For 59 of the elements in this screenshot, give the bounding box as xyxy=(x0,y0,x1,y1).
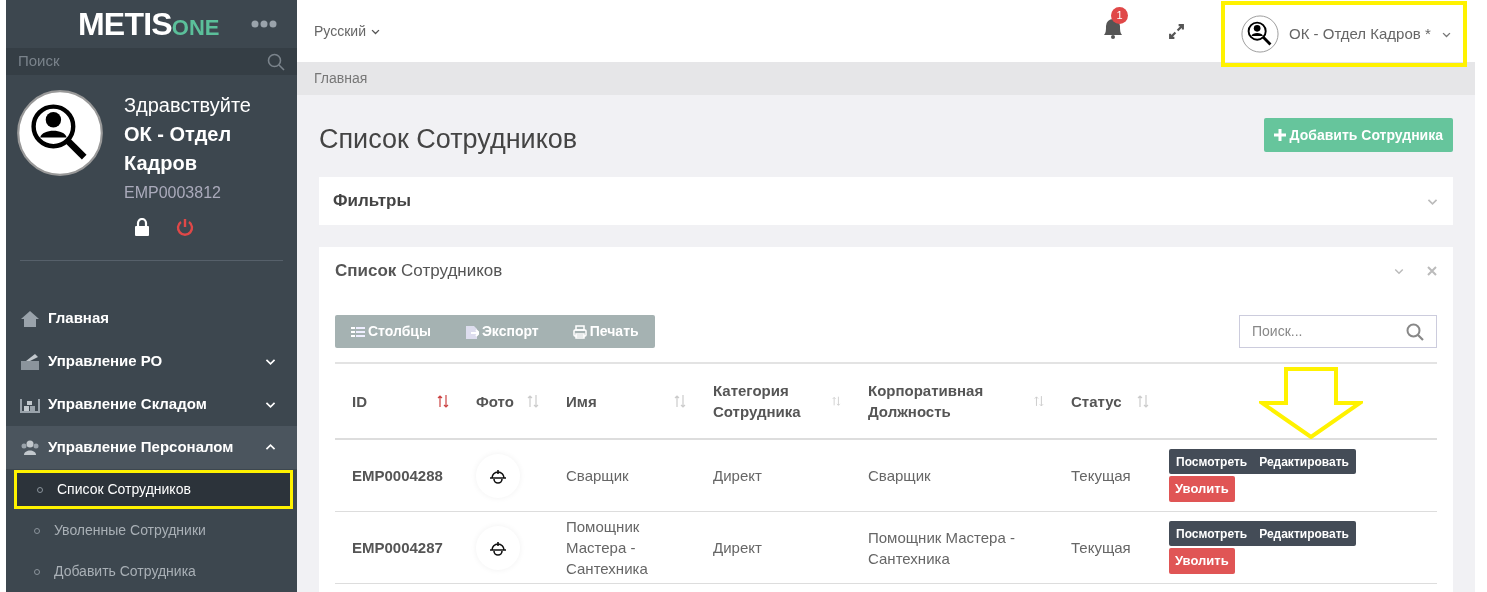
file-export-icon xyxy=(464,324,479,339)
table-cell: Директ xyxy=(713,538,762,556)
dismiss-button[interactable]: Уволить xyxy=(1169,548,1235,574)
page-title: Список Сотрудников xyxy=(319,122,578,156)
action-button[interactable]: Редактировать xyxy=(1259,524,1349,543)
search-icon xyxy=(1406,322,1424,341)
dismiss-button[interactable]: Уволить xyxy=(1169,476,1235,502)
table-cell: Текущая xyxy=(1071,466,1131,484)
column-header[interactable]: Статус xyxy=(1071,390,1122,412)
menu-item[interactable]: Управление Складом xyxy=(6,383,297,426)
action-button[interactable]: Посмотреть xyxy=(1176,524,1248,543)
more-icon[interactable] xyxy=(251,20,277,28)
menu-item[interactable]: Управление РО xyxy=(6,340,297,383)
close-icon[interactable] xyxy=(1427,266,1437,276)
menu-item[interactable]: Главная xyxy=(6,297,297,340)
expand-icon[interactable] xyxy=(1168,22,1185,40)
table-search-box[interactable]: Поиск... xyxy=(1239,315,1437,348)
column-header[interactable]: ID xyxy=(352,390,367,412)
user-id: EMP0003812 xyxy=(124,183,222,203)
sidebar-search-box[interactable]: Поиск xyxy=(6,48,297,75)
notification-badge: 1 xyxy=(1111,6,1128,24)
panel-title: Список Сотрудников xyxy=(335,260,503,283)
column-header[interactable]: Категория Сотрудника xyxy=(713,380,833,422)
table-cell-text: Сварщик xyxy=(868,466,932,486)
breadcrumb[interactable]: Главная xyxy=(314,68,368,89)
power-icon[interactable] xyxy=(176,218,194,236)
table-cell: EMP0004288 xyxy=(352,466,443,484)
submenu-item[interactable]: Уволенные Сотрудники xyxy=(14,511,293,550)
sort-icon[interactable] xyxy=(437,394,449,408)
search-icon[interactable] xyxy=(267,52,285,71)
columns-icon xyxy=(351,324,365,339)
submenu-item[interactable]: Список Сотрудников xyxy=(14,470,293,509)
language-dropdown[interactable]: Русский xyxy=(314,20,381,42)
plus-icon xyxy=(1273,129,1286,141)
home-icon xyxy=(20,308,40,329)
printer-icon xyxy=(572,324,587,339)
table-cell-text: Сварщик xyxy=(566,466,630,486)
action-button[interactable]: Редактировать xyxy=(1259,452,1349,471)
table-cell: EMP0004287 xyxy=(352,538,443,556)
search-field[interactable]: Поиск xyxy=(18,50,218,73)
column-header[interactable]: Корпоративная Должность xyxy=(868,380,1035,422)
table-cell-text: Помощник Мастера - Сантехника xyxy=(566,517,649,579)
user-name: ОК - Отдел Кадров xyxy=(124,122,233,176)
table-cell: Текущая xyxy=(1071,538,1131,556)
submenu-item[interactable]: Добавить Сотрудника xyxy=(14,552,293,591)
lock-icon[interactable] xyxy=(134,218,150,236)
table-cell-text: Помощник Мастера - Сантехника xyxy=(868,527,1016,569)
menu-item[interactable]: Управление Персоналом xyxy=(6,426,297,469)
column-header[interactable]: Фото xyxy=(476,390,514,412)
filters-panel[interactable]: Фильтры xyxy=(319,177,1453,225)
table-cell: Директ xyxy=(713,466,762,484)
pen-icon xyxy=(20,351,40,372)
greeting: Здравствуйте xyxy=(124,93,252,118)
action-button[interactable]: Посмотреть xyxy=(1176,452,1248,471)
user-avatar xyxy=(1241,15,1279,53)
column-header[interactable]: Имя xyxy=(566,390,597,412)
logo: METISONE xyxy=(78,5,220,44)
user-menu[interactable]: ОК - Отдел Кадров * xyxy=(1221,1,1467,67)
search-field[interactable]: Поиск... xyxy=(1252,321,1406,342)
